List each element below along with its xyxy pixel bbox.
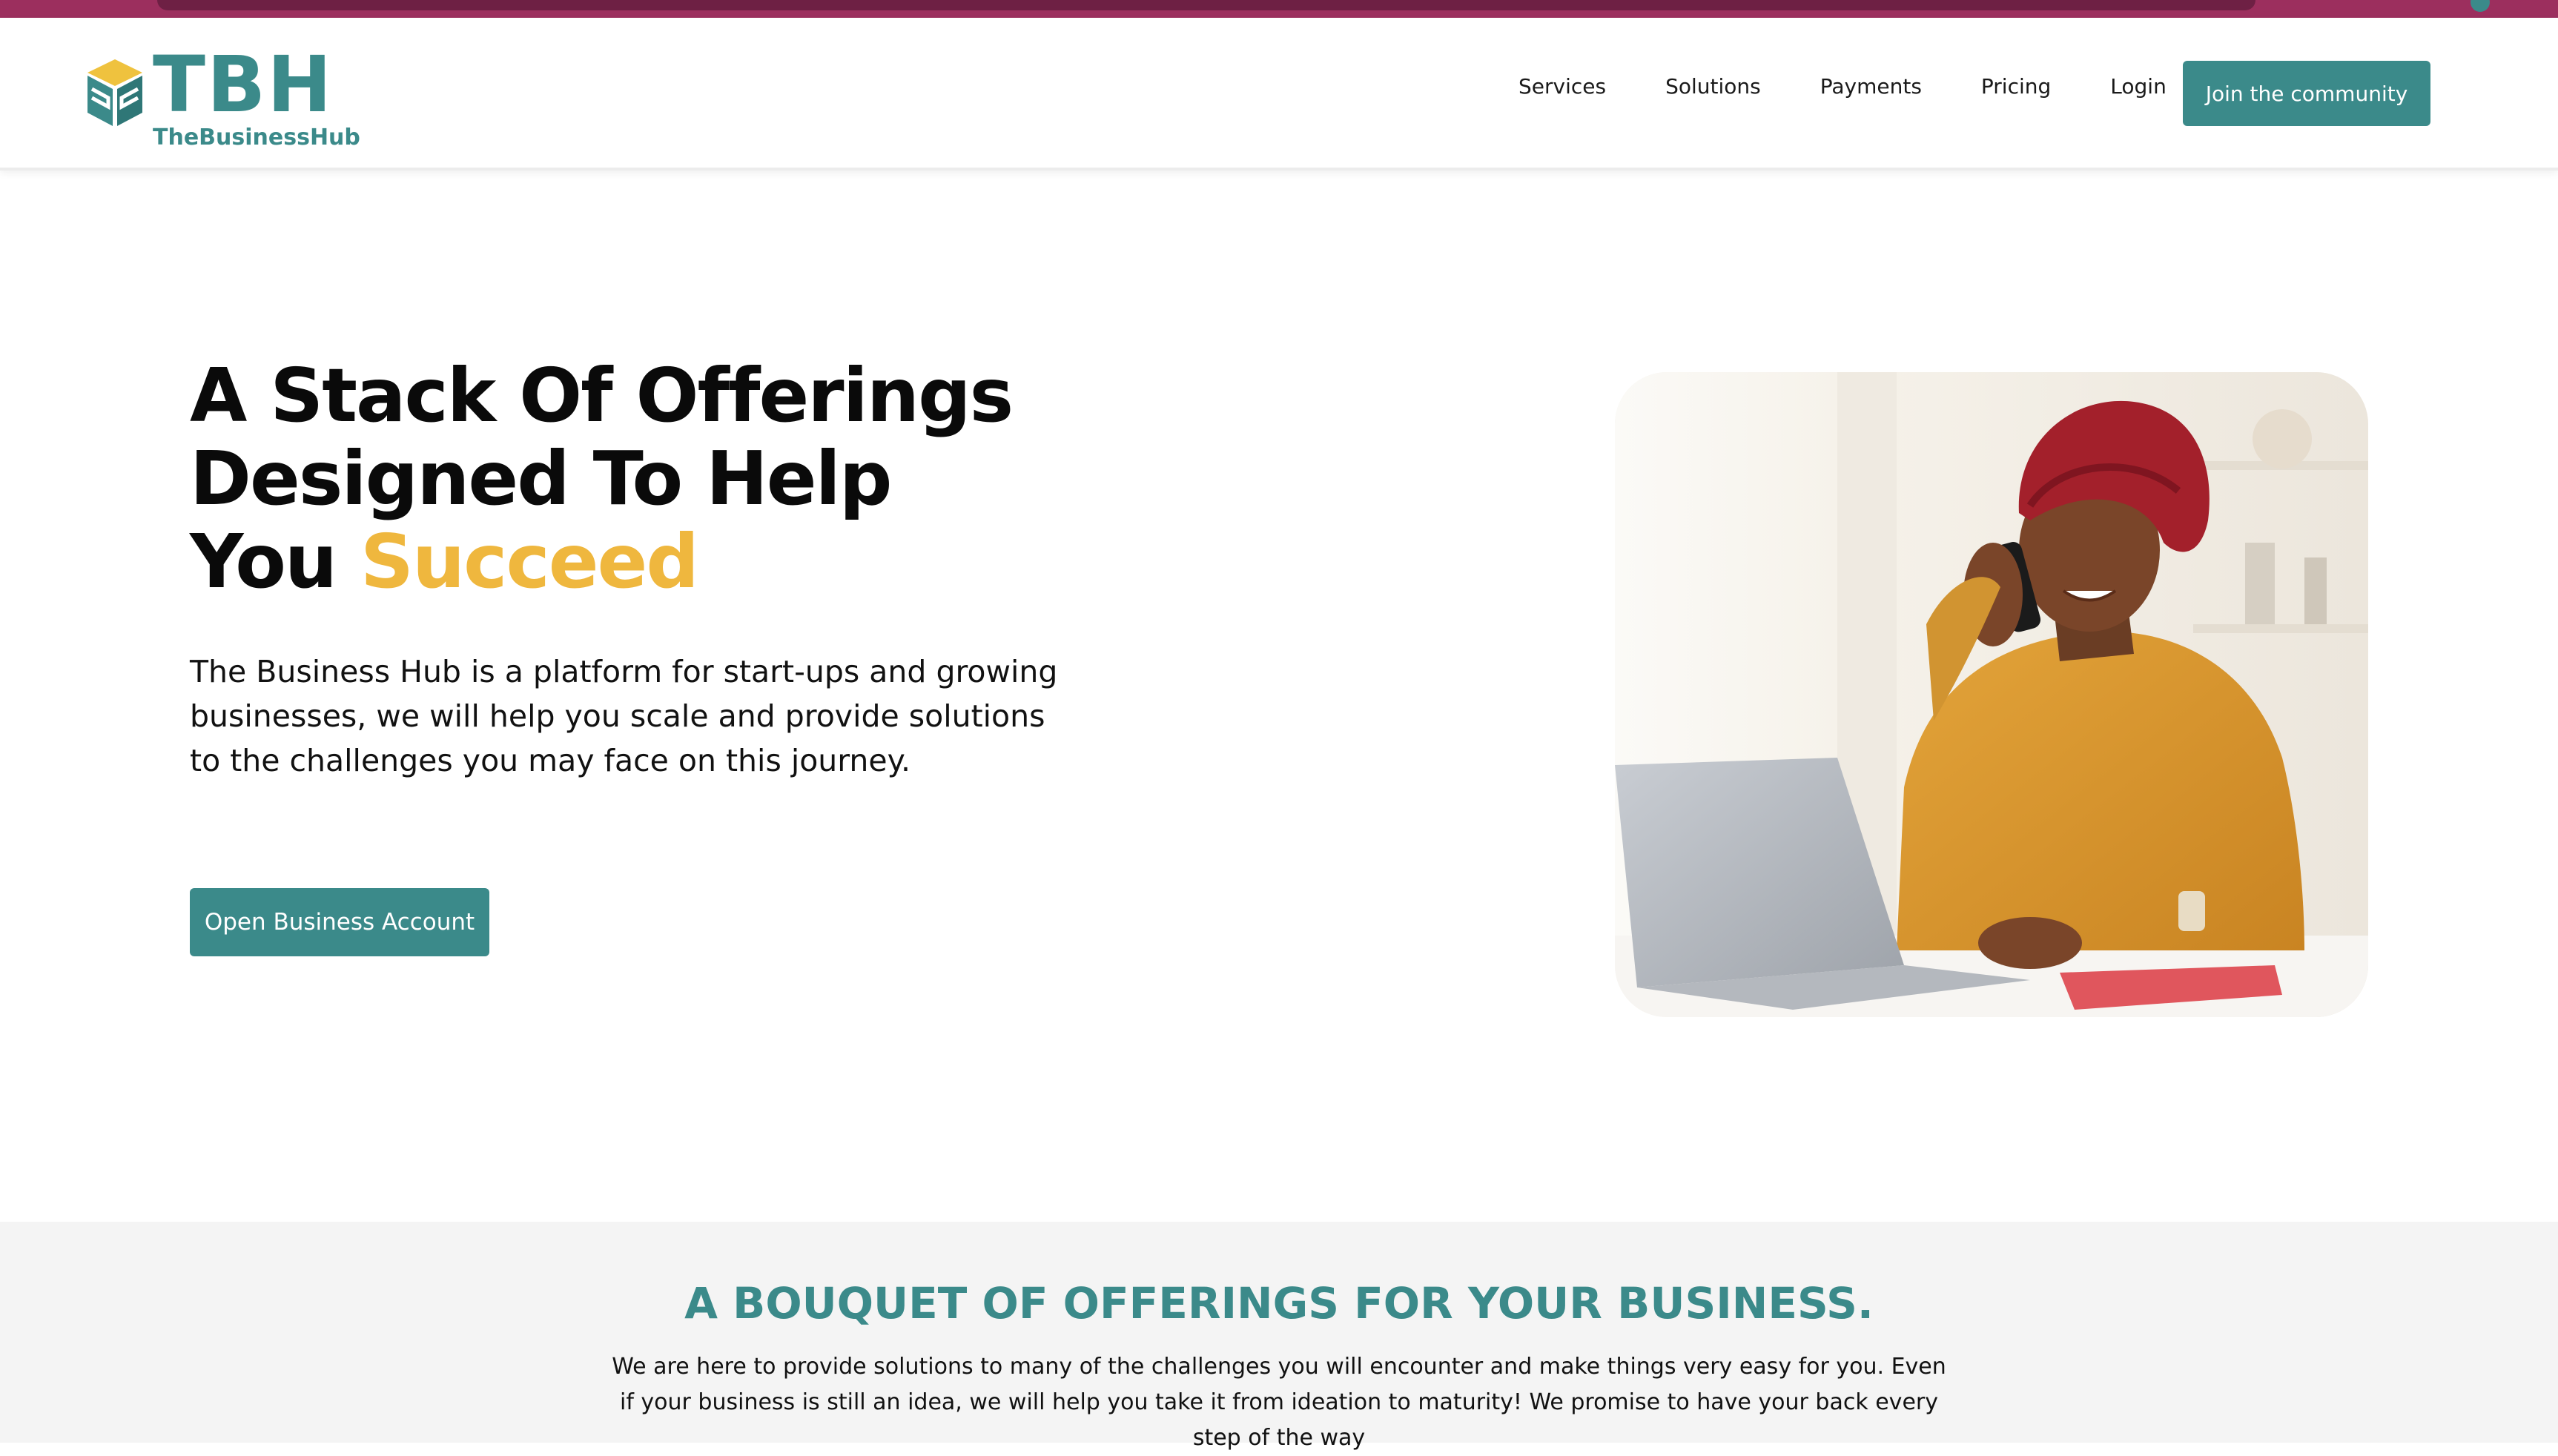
open-business-account-button[interactable]: Open Business Account xyxy=(190,888,489,956)
hero-title-line1: A Stack Of Offerings xyxy=(190,352,1014,439)
main-nav: Services Solutions Payments Pricing Logi… xyxy=(1518,74,2226,99)
brand-name: TheBusinessHub xyxy=(153,125,360,150)
nav-item-pricing[interactable]: Pricing xyxy=(1981,74,2051,99)
site-header: TBH TheBusinessHub Services Solutions Pa… xyxy=(0,18,2558,171)
brand-mark: TBH xyxy=(153,39,334,130)
cube-logo-icon xyxy=(87,59,142,126)
hero-title-line2: Designed To Help xyxy=(190,435,892,522)
top-strip-inner-bar xyxy=(157,0,2255,10)
nav-item-login[interactable]: Login xyxy=(2110,74,2167,99)
offerings-description: We are here to provide solutions to many… xyxy=(612,1354,1946,1451)
hero-description: The Business Hub is a platform for start… xyxy=(190,654,1058,778)
woman-on-phone-with-laptop-photo xyxy=(1615,372,2368,1017)
nav-item-services[interactable]: Services xyxy=(1518,74,1606,99)
offerings-title: A BOUQUET OF OFFERINGS FOR YOUR BUSINESS… xyxy=(684,1278,1874,1328)
brand-logo[interactable]: TBH TheBusinessHub xyxy=(82,46,360,157)
top-strip-dot xyxy=(2471,0,2490,12)
join-community-button[interactable]: Join the community xyxy=(2183,61,2430,126)
offerings-section: A BOUQUET OF OFFERINGS FOR YOUR BUSINESS… xyxy=(0,1222,2558,1451)
hero-image xyxy=(1615,372,2368,1017)
top-decorative-strip xyxy=(0,0,2558,18)
hero-title-line3-prefix: You xyxy=(190,518,360,605)
hero-title-accent: Succeed xyxy=(360,518,699,605)
hero-title: A Stack Of Offerings Designed To Help Yo… xyxy=(190,354,1117,603)
nav-item-solutions[interactable]: Solutions xyxy=(1665,74,1761,99)
nav-item-payments[interactable]: Payments xyxy=(1820,74,1922,99)
